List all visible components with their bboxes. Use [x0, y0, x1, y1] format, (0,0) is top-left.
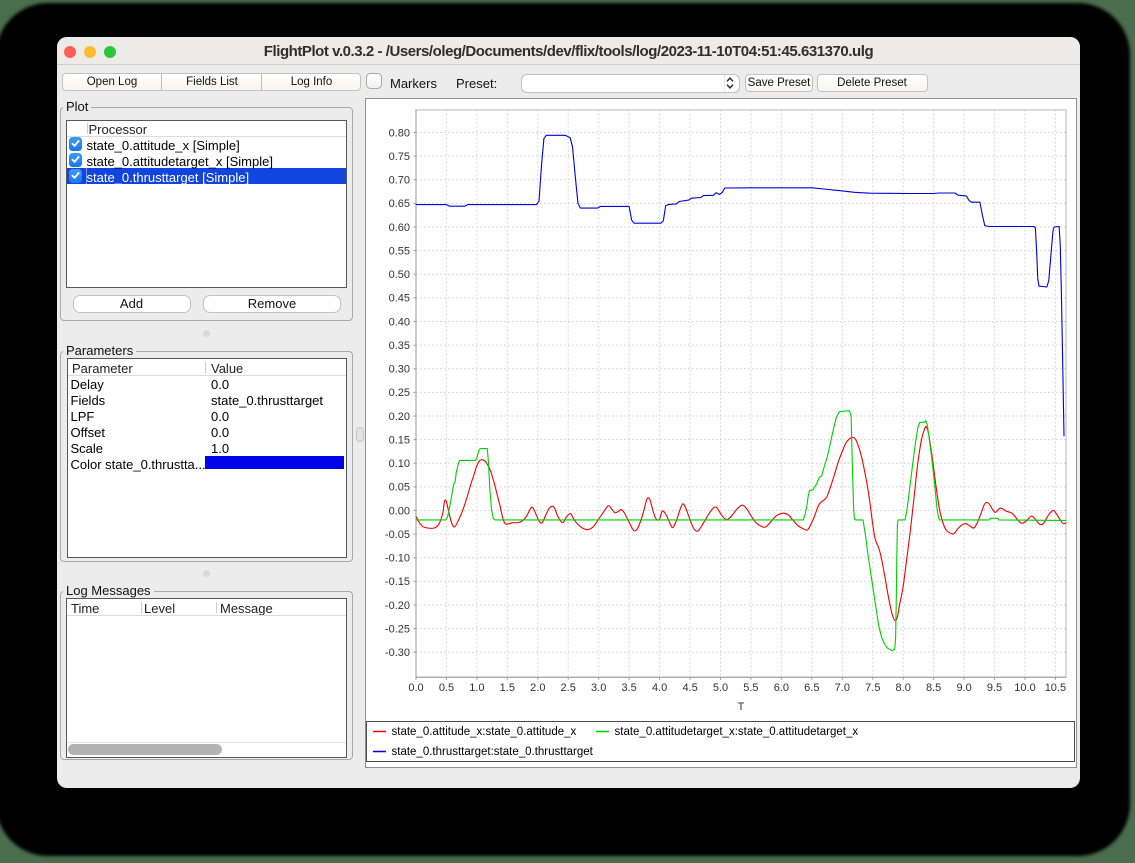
svg-text:1.0: 1.0 — [469, 682, 484, 694]
svg-text:5.0: 5.0 — [712, 682, 727, 694]
svg-text:0.80: 0.80 — [388, 127, 409, 139]
svg-text:2.0: 2.0 — [530, 682, 545, 694]
svg-text:9.5: 9.5 — [986, 682, 1001, 694]
svg-text:0.40: 0.40 — [388, 316, 409, 328]
svg-text:0.0: 0.0 — [408, 682, 423, 694]
svg-text:-0.15: -0.15 — [384, 576, 409, 588]
svg-text:2.5: 2.5 — [560, 682, 575, 694]
svg-text:0.20: 0.20 — [388, 410, 409, 422]
svg-text:0.05: 0.05 — [388, 481, 409, 493]
svg-text:0.30: 0.30 — [388, 363, 409, 375]
svg-text:0.75: 0.75 — [388, 150, 409, 162]
svg-text:5.5: 5.5 — [743, 682, 758, 694]
svg-text:-0.25: -0.25 — [384, 623, 409, 635]
svg-text:0.45: 0.45 — [388, 292, 409, 304]
svg-text:0.5: 0.5 — [438, 682, 453, 694]
svg-text:-0.20: -0.20 — [384, 599, 409, 611]
svg-text:0.60: 0.60 — [388, 221, 409, 233]
svg-text:1.5: 1.5 — [499, 682, 514, 694]
svg-text:0.50: 0.50 — [388, 269, 409, 281]
svg-text:0.65: 0.65 — [388, 198, 409, 210]
svg-text:10.0: 10.0 — [1014, 682, 1035, 694]
svg-text:4.5: 4.5 — [682, 682, 697, 694]
svg-text:8.0: 8.0 — [895, 682, 910, 694]
svg-text:4.0: 4.0 — [651, 682, 666, 694]
svg-text:3.0: 3.0 — [591, 682, 606, 694]
svg-text:10.5: 10.5 — [1044, 682, 1065, 694]
svg-text:-0.10: -0.10 — [384, 552, 409, 564]
svg-text:0.55: 0.55 — [388, 245, 409, 257]
svg-text:6.0: 6.0 — [773, 682, 788, 694]
svg-text:0.00: 0.00 — [388, 505, 409, 517]
svg-text:9.0: 9.0 — [956, 682, 971, 694]
svg-text:0.35: 0.35 — [388, 339, 409, 351]
svg-text:0.25: 0.25 — [388, 387, 409, 399]
svg-text:0.15: 0.15 — [388, 434, 409, 446]
svg-text:3.5: 3.5 — [621, 682, 636, 694]
svg-text:0.70: 0.70 — [388, 174, 409, 186]
svg-text:0.10: 0.10 — [388, 458, 409, 470]
svg-text:7.5: 7.5 — [865, 682, 880, 694]
svg-text:6.5: 6.5 — [804, 682, 819, 694]
svg-text:8.5: 8.5 — [925, 682, 940, 694]
svg-text:-0.30: -0.30 — [384, 647, 409, 659]
svg-text:-0.05: -0.05 — [384, 528, 409, 540]
svg-text:T: T — [737, 701, 744, 713]
svg-text:7.0: 7.0 — [834, 682, 849, 694]
